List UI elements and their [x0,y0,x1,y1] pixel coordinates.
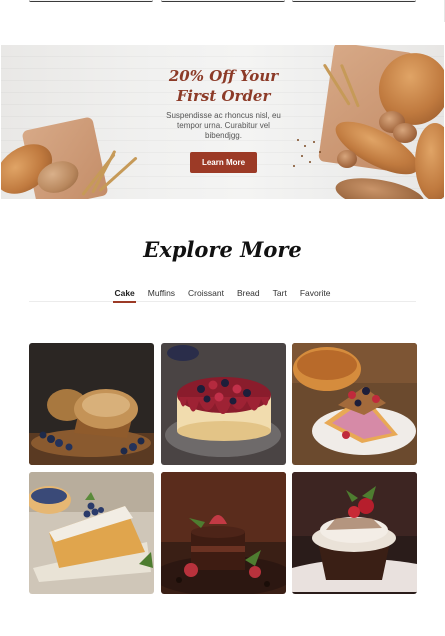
promo-title-line1: 20% Off Your [168,67,279,85]
tab-tart[interactable]: Tart [273,287,287,302]
product-card[interactable] [292,0,416,2]
product-card[interactable] [161,0,285,2]
promo-description: Suspendisse ac rhoncus nisl, eu tempor u… [166,111,281,140]
blueberry-muffin-photo[interactable] [29,343,154,465]
berry-tart-photo[interactable] [292,343,417,465]
tab-cake[interactable]: Cake [113,287,137,303]
tab-favorite[interactable]: Favorite [300,287,331,302]
berry-cheesecake-photo[interactable] [161,343,286,465]
cherry-cupcake-photo[interactable] [292,472,417,594]
product-card[interactable] [29,0,153,2]
promo-banner: 20% Off Your First Order Suspendisse ac … [1,45,444,199]
promo-title-line2: First Order [176,87,271,105]
promo-title: 20% Off Your First Order [121,66,326,106]
pound-cake-photo[interactable] [29,472,154,594]
tab-bread[interactable]: Bread [237,287,260,302]
chocolate-raspberry-cake-photo[interactable] [161,472,286,594]
learn-more-button[interactable]: Learn More [189,152,258,173]
category-tabs: Cake Muffins Croissant Bread Tart Favori… [29,287,416,303]
promo-content: 20% Off Your First Order Suspendisse ac … [121,45,326,173]
previous-section-strip [0,0,445,22]
tab-croissant[interactable]: Croissant [188,287,224,302]
section-title: Explore More [143,237,302,262]
tab-muffins[interactable]: Muffins [148,287,175,302]
